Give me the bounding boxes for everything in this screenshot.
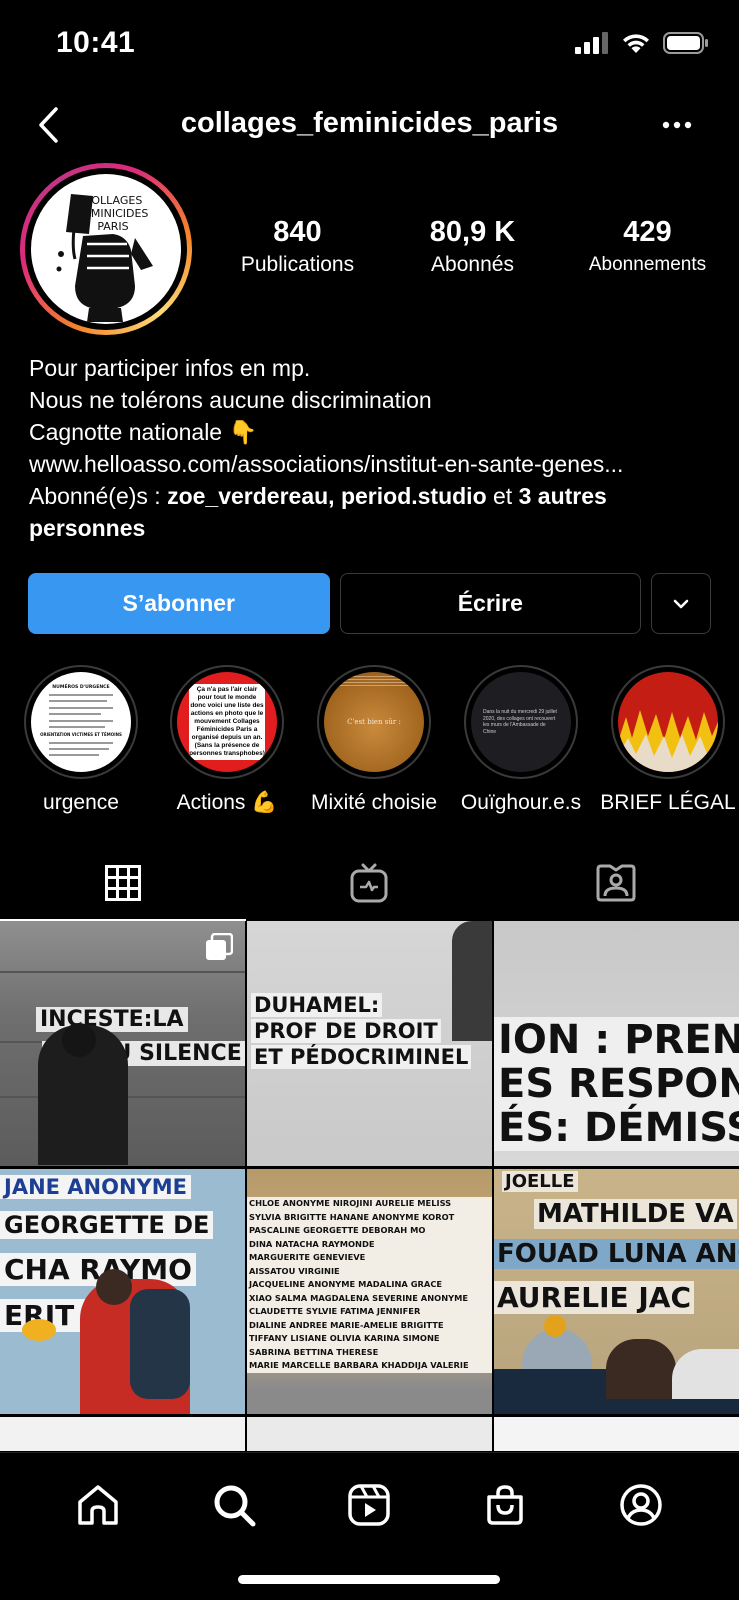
tab-posts-grid[interactable] [0,845,247,921]
collective-logo-icon: COLLAGES FÉMINICIDES PARIS [56,194,153,322]
stat-publications-label: Publications [240,253,355,276]
post-thumbnail[interactable] [247,1417,492,1451]
search-icon [214,1485,256,1527]
avatar: COLLAGES FÉMINICIDES PARIS [31,174,181,324]
battery-icon [663,32,708,54]
avatar-story-ring[interactable]: COLLAGES FÉMINICIDES PARIS [20,163,192,335]
stat-publications-count: 840 [273,216,322,248]
suggested-accounts-button[interactable] [651,573,711,634]
message-button[interactable]: Écrire [339,573,642,634]
tagged-user-icon [596,864,636,902]
highlight-actions[interactable]: Ça n'a pas l'air clair pour tout le mond… [152,665,302,815]
igtv-icon [350,863,388,903]
svg-text:NUMÉROS D'URGENCE: NUMÉROS D'URGENCE [52,682,109,690]
nav-search[interactable] [204,1475,264,1535]
reels-icon [348,1484,391,1526]
bio-link[interactable]: www.helloasso.com/associations/institut-… [29,448,719,480]
profile-header: collages_feminicides_paris [0,95,739,155]
highlight-actions-cover: Ça n'a pas l'air clair pour tout le mond… [177,672,277,772]
highlight-brief-legal[interactable]: BRIEF LÉGAL [593,665,739,815]
svg-text:PARIS: PARIS [97,220,128,233]
stat-followers[interactable]: 80,9 K Abonnés [385,215,560,285]
nav-home[interactable] [68,1475,128,1535]
profile-icon [620,1484,662,1526]
names-wall: CHLOE ANONYME NIROJINI AURELIE MELISS SY… [247,1197,492,1377]
highlight-label: BRIEF LÉGAL [600,791,736,814]
post-thumbnail[interactable] [494,1417,739,1451]
stat-followers-count: 80,9 K [429,216,516,248]
nav-reels[interactable] [339,1475,399,1535]
profile-stats: 840 Publications 80,9 K Abonnés 429 Abon… [210,215,735,285]
status-icons [575,32,709,54]
tab-tagged[interactable] [493,845,739,921]
bio-line-3: Cagnotte nationale 👇 [29,419,258,445]
home-indicator[interactable] [238,1575,500,1584]
wifi-icon [623,34,649,53]
post-thumbnail[interactable]: JOELLE MATHILDE VA FOUAD LUNA ANON AUREL… [494,1169,739,1414]
post-thumbnail[interactable]: CHLOE ANONYME NIROJINI AURELIE MELISS SY… [247,1169,492,1414]
bio-line-1: Pour participer infos en mp. [29,355,311,381]
highlight-label: Mixité choisie [310,791,438,814]
story-highlights: NUMÉROS D'URGENCE ORIENTATION VICTIMES E… [0,665,739,815]
highlight-urgence-cover: NUMÉROS D'URGENCE ORIENTATION VICTIMES E… [31,672,131,772]
chevron-down-icon [673,599,689,608]
bottom-navigation [0,1452,739,1600]
followed-by-users: zoe_verdereau, period.studio [167,483,487,509]
tab-igtv[interactable] [246,845,492,921]
highlight-urgence[interactable]: NUMÉROS D'URGENCE ORIENTATION VICTIMES E… [6,665,156,815]
post-thumbnail[interactable]: DUHAMEL: PROF DE DROIT ET PÉDOCRIMINEL [247,921,492,1166]
highlight-mixite[interactable]: C'est bien sûr : Mixité choisie [299,665,449,815]
highlight-label: Actions 💪 [176,791,278,814]
status-time: 10:41 [56,26,136,59]
highlight-brief-legal-cover [618,672,718,772]
nav-profile[interactable] [611,1475,671,1535]
followed-by[interactable]: Abonné(e)s : zoe_verdereau, period.studi… [29,480,719,544]
profile-bio: Pour participer infos en mp. Nous ne tol… [29,352,719,544]
grid-icon [105,865,142,901]
nav-shop[interactable] [475,1475,535,1535]
bio-line-2: Nous ne tolérons aucune discrimination [29,387,432,413]
follow-button[interactable]: S’abonner [28,573,330,634]
highlight-label: urgence [43,791,119,814]
more-horizontal-icon [662,121,692,129]
stat-following[interactable]: 429 Abonnements [560,215,735,285]
home-icon [78,1485,118,1525]
profile-username: collages_feminicides_paris [180,107,559,139]
stat-following-label: Abonnements [588,254,707,275]
status-bar: 10:41 [0,0,739,90]
stat-followers-label: Abonnés [431,253,514,276]
stat-publications[interactable]: 840 Publications [210,215,385,285]
svg-text:ORIENTATION VICTIMES ET TÉMOIN: ORIENTATION VICTIMES ET TÉMOINS [40,732,122,737]
highlight-mixite-cover: C'est bien sûr : [324,672,424,772]
post-thumbnail[interactable]: ION : PREN ES RESPONS ÉS: DÉMISS [494,921,739,1166]
stat-following-count: 429 [623,216,672,248]
highlight-ouighours[interactable]: Dans la nuit du mercredi 29 juillet 2020… [446,665,596,815]
highlight-label: Ouïghour.e.s [460,791,582,814]
followed-by-prefix: Abonné(e)s : [29,483,168,509]
signal-icon [575,32,608,54]
carousel-icon [206,933,233,960]
profile-tabs [0,845,739,921]
highlight-ouighours-cover: Dans la nuit du mercredi 29 juillet 2020… [471,672,571,772]
post-thumbnail[interactable]: JANE ANONYME GEORGETTE DE CHA RAYMO ERIT… [0,1169,245,1414]
post-thumbnail[interactable] [0,1417,245,1451]
shopping-bag-icon [487,1485,524,1525]
posts-grid: INCESTE:LA FIN DU SILENCE DUHAMEL: PROF … [0,921,739,1451]
more-options-button[interactable] [655,107,699,143]
post-thumbnail[interactable]: INCESTE:LA FIN DU SILENCE [0,921,245,1166]
followed-by-and: et [486,483,519,509]
profile-actions: S’abonner Écrire [28,573,711,635]
